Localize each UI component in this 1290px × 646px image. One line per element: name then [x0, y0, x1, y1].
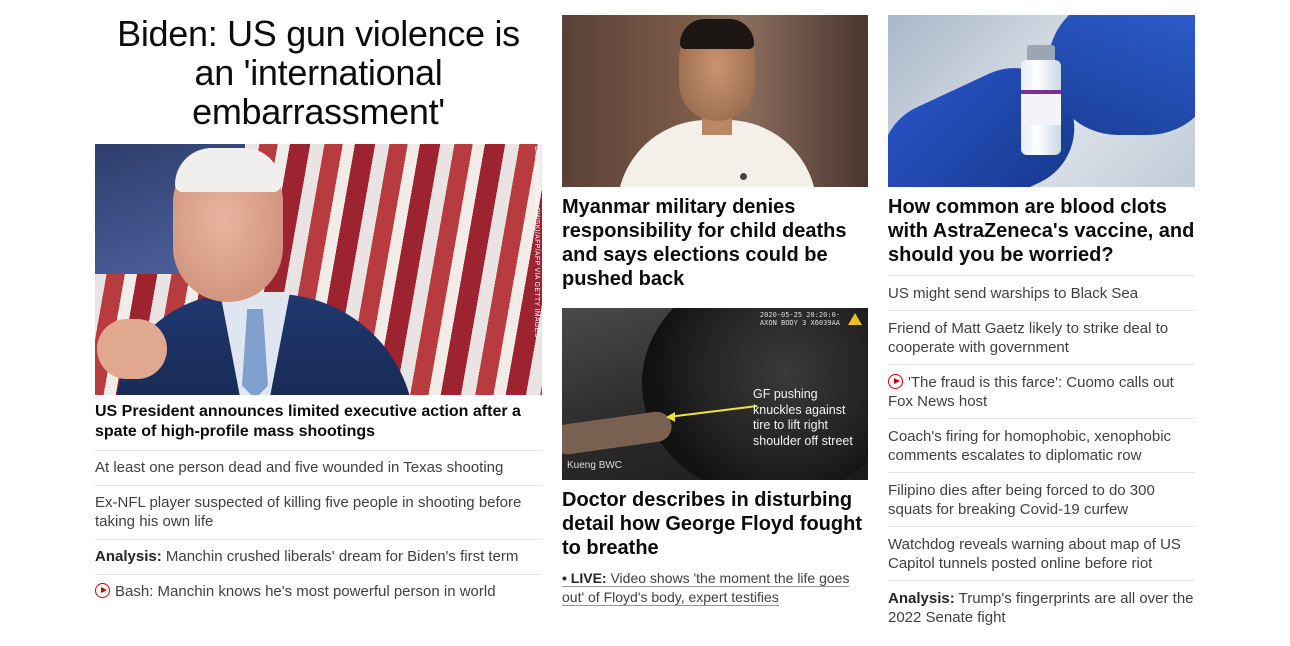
overlay-line: shoulder off street [753, 433, 853, 448]
image-vial-label [1021, 90, 1061, 125]
story-link[interactable]: US might send warships to Black Sea [888, 275, 1195, 310]
story-link-text: US might send warships to Black Sea [888, 285, 1139, 302]
story-link-text: 'The fraud is this farce': Cuomo calls o… [888, 374, 1174, 410]
middle-column: Myanmar military denies responsibility f… [562, 15, 868, 607]
image-arm [562, 409, 674, 457]
story-link-text: Watchdog reveals warning about map of US… [888, 536, 1181, 572]
play-icon [888, 374, 903, 389]
image-camera-label: Kueng BWC [567, 460, 623, 471]
vaccine-image[interactable] [888, 15, 1195, 187]
story-link[interactable]: Coach's firing for homophobic, xenophobi… [888, 418, 1195, 472]
overlay-line: knuckles against [753, 402, 846, 417]
lead-related-list: At least one person dead and five wounde… [95, 450, 542, 609]
story-link[interactable]: Watchdog reveals warning about map of US… [888, 526, 1195, 580]
lead-headline[interactable]: Biden: US gun violence is an 'internatio… [95, 14, 542, 131]
floyd-headline-link[interactable]: Doctor describes in disturbing detail ho… [562, 488, 868, 560]
vaccine-headline-link[interactable]: How common are blood clots with AstraZen… [888, 195, 1195, 267]
floyd-video-image[interactable]: 2020-05-25 20:20:0- AXON BODY 3 X6039AA G… [562, 308, 868, 480]
image-timestamp: 2020-05-25 20:20:0- AXON BODY 3 X6039AA [760, 311, 840, 327]
overlay-line: GF pushing [753, 387, 818, 401]
right-column: How common are blood clots with AstraZen… [888, 15, 1195, 634]
play-icon [95, 583, 110, 598]
image-hair [175, 148, 281, 192]
analysis-label: Analysis: [888, 590, 955, 607]
right-story-list: US might send warships to Black Sea Frie… [888, 275, 1195, 634]
image-arrowhead [666, 412, 675, 422]
myanmar-headline-link[interactable]: Myanmar military denies responsibility f… [562, 195, 868, 291]
related-link[interactable]: At least one person dead and five wounde… [95, 450, 542, 485]
related-link-text: Bash: Manchin knows he's most powerful p… [115, 583, 496, 600]
live-label: • LIVE: [562, 570, 607, 586]
analysis-label: Analysis: [95, 548, 162, 565]
image-overlay-text: GF pushing knuckles against tire to lift… [753, 387, 853, 449]
story-link-text: Friend of Matt Gaetz likely to strike de… [888, 320, 1169, 356]
story-link-text: Coach's firing for homophobic, xenophobi… [888, 428, 1172, 464]
timestamp-line: AXON BODY 3 X6039AA [759, 319, 840, 327]
related-link-text: Ex-NFL player suspected of killing five … [95, 494, 522, 530]
story-link[interactable]: Filipino dies after being forced to do 3… [888, 472, 1195, 526]
lead-headline-link[interactable]: Biden: US gun violence is an 'internatio… [117, 13, 520, 132]
image-hair [680, 19, 754, 49]
story-link[interactable]: Friend of Matt Gaetz likely to strike de… [888, 310, 1195, 364]
live-link[interactable]: • LIVE: Video shows 'the moment the life… [562, 569, 868, 607]
story-link[interactable]: Analysis: Trump's fingerprints are all o… [888, 580, 1195, 634]
image-hand [97, 319, 167, 379]
related-link[interactable]: Ex-NFL player suspected of killing five … [95, 485, 542, 539]
lead-story-column: Biden: US gun violence is an 'internatio… [95, 14, 542, 609]
related-link[interactable]: Analysis: Manchin crushed liberals' drea… [95, 539, 542, 574]
video-story-link[interactable]: 'The fraud is this farce': Cuomo calls o… [888, 364, 1195, 418]
related-video-link[interactable]: Bash: Manchin knows he's most powerful p… [95, 574, 542, 609]
overlay-line: tire to lift right [753, 418, 829, 432]
myanmar-image[interactable] [562, 15, 868, 187]
lead-subhead-link[interactable]: US President announces limited executive… [95, 402, 542, 442]
timestamp-line: 2020-05-25 20:20:0- [759, 311, 840, 319]
story-link-text: Filipino dies after being forced to do 3… [888, 482, 1155, 518]
related-link-text: Manchin crushed liberals' dream for Bide… [165, 548, 519, 565]
related-link-text: At least one person dead and five wounde… [95, 459, 504, 476]
image-button [740, 173, 747, 180]
image-credit: BRENDAN SMIALOWSKI/AFP/AFP VIA GETTY IMA… [533, 146, 540, 338]
lead-image[interactable]: BRENDAN SMIALOWSKI/AFP/AFP VIA GETTY IMA… [95, 144, 542, 395]
